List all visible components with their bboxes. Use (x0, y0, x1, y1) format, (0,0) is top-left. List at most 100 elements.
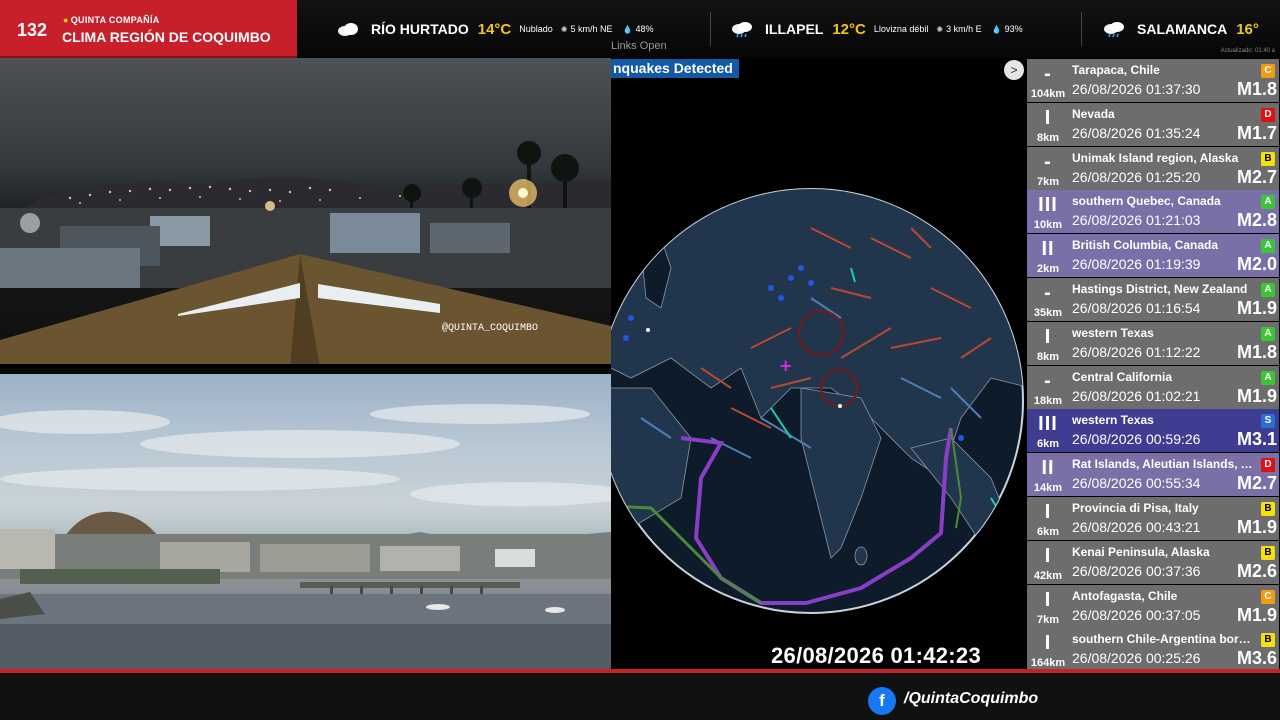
quake-magnitude: M1.8 (1236, 341, 1277, 362)
quake-magnitude: M1.8 (1236, 79, 1277, 99)
wind-value: 5 km/h NE (570, 24, 613, 34)
camera-feed-night: @QUINTA_COQUIMBO (0, 58, 611, 368)
quake-mmi: I (1044, 501, 1052, 523)
quake-row[interactable]: I 6km Provincia di Pisa, Italy 26/08/2026 0… (1027, 497, 1279, 540)
quake-row[interactable]: - 35km Hastings District, New Zealand 26/08… (1027, 278, 1279, 321)
weather-ticker: RÍO HURTADO 14°C Nublado ✺ 5 km/h NE 💧 48%… (297, 0, 1280, 58)
quake-depth: 14km (1033, 482, 1063, 495)
quake-intensity: II 2km (1027, 234, 1069, 277)
ticker-separator (710, 12, 711, 46)
quake-depth: 104km (1030, 88, 1066, 100)
quake-time: 26/08/2026 01:12:22 (1072, 343, 1201, 360)
quake-location: Provincia di Pisa, Italy (1072, 501, 1199, 515)
quake-row[interactable]: I 42km Kenai Peninsula, Alaska 26/08/2026 0… (1027, 540, 1279, 584)
weather-item: ILLAPEL 12°C Llovizna débil ✺ 3 km/h E 💧 9… (731, 0, 1033, 58)
globe-map: + (611, 188, 1024, 614)
quake-row[interactable]: III 6km western Texas 26/08/2026 00:59:26 M3… (1027, 409, 1279, 453)
quake-intensity: I 7km (1027, 585, 1069, 628)
camera-feed-bay (0, 374, 611, 669)
quake-location: western Texas (1072, 325, 1154, 340)
weather-condition: Llovizna débil (873, 24, 929, 34)
quake-row[interactable]: I 8km western Texas 26/08/2026 01:12:22 M1.8… (1027, 321, 1279, 365)
drizzle-cloud-icon (1104, 22, 1124, 37)
facebook-handle[interactable]: /QuintaCoquimbo (904, 690, 1038, 708)
quake-time: 26/08/2026 00:43:21 (1072, 519, 1201, 535)
quake-grade-badge: B (1261, 633, 1275, 648)
weather-wind: ✺ 5 km/h NE (561, 24, 613, 34)
quake-depth: 2km (1036, 263, 1060, 276)
quake-grade-badge: C (1261, 64, 1275, 78)
quake-row[interactable]: - 104km Tarapaca, Chile 26/08/2026 01:37:30… (1027, 59, 1279, 102)
quake-magnitude: M1.9 (1236, 385, 1277, 406)
map-links-text[interactable]: Links Open (611, 40, 667, 52)
quake-intensity: I 42km (1027, 541, 1069, 584)
quake-mmi: I (1044, 588, 1052, 611)
quake-grade-badge: D (1261, 458, 1275, 473)
quake-location: Antofagasta, Chile (1072, 588, 1178, 603)
stream-screen: { "brand": { "number": "132", "company":… (0, 0, 1280, 720)
quake-mmi: - (1044, 282, 1052, 304)
next-arrow-button[interactable]: > (1004, 60, 1024, 80)
quake-mmi: - (1044, 369, 1052, 392)
quake-row[interactable]: I 8km Nevada 26/08/2026 01:35:24 M1.7 D (1027, 102, 1279, 146)
facebook-icon[interactable]: f (868, 687, 896, 715)
weather-city: ILLAPEL (765, 21, 824, 37)
quake-time: 26/08/2026 01:35:24 (1072, 124, 1201, 141)
quake-row[interactable]: II 14km Rat Islands, Aleutian Islands, Ala… (1027, 453, 1279, 497)
quake-intensity: - 104km (1027, 59, 1069, 102)
quake-magnitude: M3.6 (1236, 648, 1277, 669)
earthquake-map[interactable]: + (611, 58, 1026, 669)
quake-location: Kenai Peninsula, Alaska (1072, 544, 1210, 559)
quake-row[interactable]: III 10km southern Quebec, Canada 26/08/2026… (1027, 190, 1279, 234)
quake-depth: 8km (1036, 350, 1060, 363)
quake-location: Hastings District, New Zealand (1072, 282, 1248, 296)
weather-temp: 12°C (832, 20, 866, 38)
quake-time: 26/08/2026 01:19:39 (1072, 256, 1201, 273)
map-timestamp: 26/08/2026 01:42:23 (771, 643, 981, 668)
quake-mmi: - (1044, 63, 1052, 85)
quake-intensity: I 8km (1027, 103, 1069, 146)
quake-time: 26/08/2026 01:37:30 (1072, 81, 1201, 97)
quake-grade-badge: B (1261, 151, 1275, 166)
quake-intensity: - 35km (1027, 278, 1069, 321)
quake-magnitude: M2.8 (1236, 210, 1277, 231)
ticker-separator (1081, 12, 1082, 46)
weather-city: SALAMANCA (1137, 21, 1228, 37)
humidity-value: 48% (635, 24, 654, 34)
quake-time: 26/08/2026 01:21:03 (1072, 212, 1201, 229)
quake-mmi: II (1041, 457, 1055, 480)
quake-location: British Columbia, Canada (1072, 238, 1219, 253)
quake-depth: 164km (1030, 657, 1066, 670)
quake-depth: 7km (1036, 613, 1060, 626)
quake-mmi: I (1044, 325, 1052, 348)
weather-temp: 14°C (477, 20, 512, 38)
quake-magnitude: M3.1 (1236, 429, 1277, 450)
quake-location: southern Quebec, Canada (1072, 194, 1221, 209)
quake-row[interactable]: I 164km southern Chile-Argentina border re… (1027, 628, 1279, 672)
humidity-drop-icon: 💧 (991, 24, 1002, 34)
quake-depth: 8km (1036, 131, 1060, 144)
quake-intensity: I 164km (1027, 628, 1069, 671)
quake-magnitude: M2.0 (1236, 254, 1277, 275)
quake-time: 26/08/2026 01:16:54 (1072, 300, 1201, 316)
quake-row[interactable]: - 18km Central California 26/08/2026 01:02:… (1027, 365, 1279, 409)
quake-depth: 6km (1036, 526, 1060, 538)
weather-city: RÍO HURTADO (371, 21, 469, 37)
quake-row[interactable]: I 7km Antofagasta, Chile 26/08/2026 00:37:0… (1027, 584, 1279, 628)
weather-humidity: 💧 93% (992, 24, 1023, 34)
quake-row[interactable]: - 7km Unimak Island region, Alaska 26/08/20… (1027, 146, 1279, 190)
quake-list: - 104km Tarapaca, Chile 26/08/2026 01:37:30… (1026, 58, 1280, 672)
quake-depth: 42km (1033, 569, 1063, 582)
company-label: ● QUINTA COMPAÑÍA (63, 15, 160, 25)
region-title: CLIMA REGIÓN DE COQUIMBO (62, 29, 271, 45)
quake-depth: 6km (1036, 438, 1060, 451)
cloud-icon (338, 23, 358, 36)
night-scene (0, 141, 611, 368)
humidity-drop-icon: 💧 (622, 24, 633, 34)
wind-icon: ✺ (560, 24, 568, 34)
quake-row[interactable]: II 2km British Columbia, Canada 26/08/2026 … (1027, 234, 1279, 278)
quake-grade-badge: S (1261, 414, 1275, 429)
quake-magnitude: M2.7 (1236, 166, 1277, 187)
quake-location: Unimak Island region, Alaska (1072, 150, 1239, 165)
quake-grade-badge: B (1261, 502, 1275, 516)
